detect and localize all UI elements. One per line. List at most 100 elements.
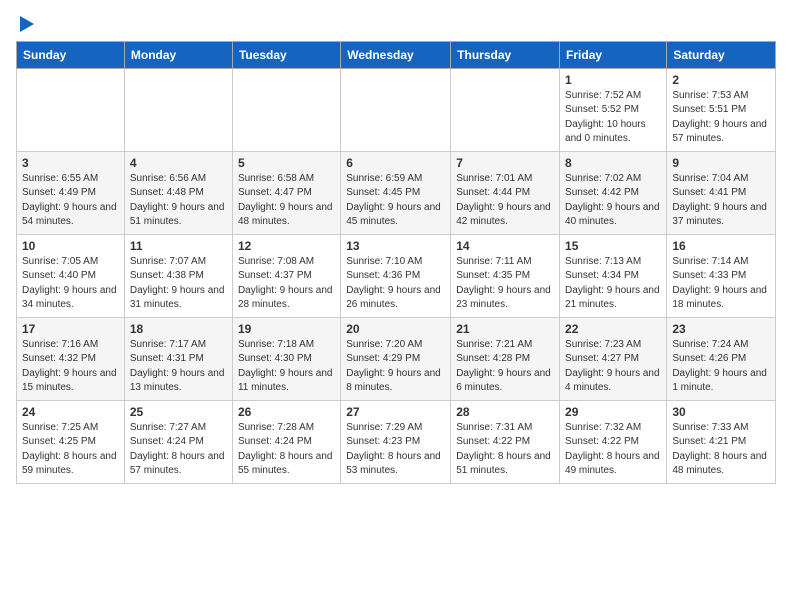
day-number: 16 — [672, 239, 770, 253]
day-info: Sunrise: 7:52 AM Sunset: 5:52 PM Dayligh… — [565, 89, 661, 147]
calendar-cell: 22 Sunrise: 7:23 AM Sunset: 4:27 PM Dayli… — [560, 317, 667, 400]
calendar-cell: 19 Sunrise: 7:18 AM Sunset: 4:30 PM Dayli… — [232, 317, 340, 400]
calendar-day-header: Thursday — [451, 41, 560, 68]
calendar-cell: 8 Sunrise: 7:02 AM Sunset: 4:42 PM Daylig… — [560, 151, 667, 234]
day-number: 22 — [565, 322, 661, 336]
calendar-day-header: Monday — [124, 41, 232, 68]
day-number: 2 — [672, 73, 770, 87]
calendar-cell: 20 Sunrise: 7:20 AM Sunset: 4:29 PM Dayli… — [341, 317, 451, 400]
calendar-day-header: Sunday — [17, 41, 125, 68]
calendar-body: 1 Sunrise: 7:52 AM Sunset: 5:52 PM Daylig… — [17, 68, 776, 483]
day-number: 26 — [238, 405, 335, 419]
calendar-cell: 14Sunrise: 7:11 AM Sunset: 4:35 PM Dayli… — [451, 234, 560, 317]
calendar-cell: 5Sunrise: 6:58 AM Sunset: 4:47 PM Daylig… — [232, 151, 340, 234]
day-info: Sunrise: 7:05 AM Sunset: 4:40 PM Dayligh… — [22, 255, 119, 313]
calendar-cell: 21Sunrise: 7:21 AM Sunset: 4:28 PM Dayli… — [451, 317, 560, 400]
day-number: 7 — [456, 156, 554, 170]
calendar-cell: 26 Sunrise: 7:28 AM Sunset: 4:24 PM Dayli… — [232, 400, 340, 483]
day-number: 20 — [346, 322, 445, 336]
day-info: Sunrise: 7:10 AM Sunset: 4:36 PM Dayligh… — [346, 255, 445, 313]
day-info: Sunrise: 7:27 AM Sunset: 4:24 PM Dayligh… — [130, 421, 227, 479]
calendar-cell — [341, 68, 451, 151]
calendar-cell: 24 Sunrise: 7:25 AM Sunset: 4:25 PM Dayli… — [17, 400, 125, 483]
day-number: 13 — [346, 239, 445, 253]
day-number: 15 — [565, 239, 661, 253]
day-number: 1 — [565, 73, 661, 87]
calendar-cell — [17, 68, 125, 151]
calendar-table: SundayMondayTuesdayWednesdayThursdayFrid… — [16, 41, 776, 484]
logo — [16, 16, 34, 33]
calendar-cell: 11Sunrise: 7:07 AM Sunset: 4:38 PM Dayli… — [124, 234, 232, 317]
day-info: Sunrise: 6:56 AM Sunset: 4:48 PM Dayligh… — [130, 172, 227, 230]
calendar-week-row: 10 Sunrise: 7:05 AM Sunset: 4:40 PM Dayli… — [17, 234, 776, 317]
calendar-cell: 12 Sunrise: 7:08 AM Sunset: 4:37 PM Dayli… — [232, 234, 340, 317]
day-info: Sunrise: 7:08 AM Sunset: 4:37 PM Dayligh… — [238, 255, 335, 313]
calendar-cell: 15 Sunrise: 7:13 AM Sunset: 4:34 PM Dayli… — [560, 234, 667, 317]
day-number: 18 — [130, 322, 227, 336]
calendar-cell: 1 Sunrise: 7:52 AM Sunset: 5:52 PM Daylig… — [560, 68, 667, 151]
day-info: Sunrise: 7:33 AM Sunset: 4:21 PM Dayligh… — [672, 421, 770, 479]
day-info: Sunrise: 7:29 AM Sunset: 4:23 PM Dayligh… — [346, 421, 445, 479]
day-number: 12 — [238, 239, 335, 253]
day-info: Sunrise: 7:24 AM Sunset: 4:26 PM Dayligh… — [672, 338, 770, 396]
calendar-cell: 23 Sunrise: 7:24 AM Sunset: 4:26 PM Dayli… — [667, 317, 776, 400]
day-info: Sunrise: 7:04 AM Sunset: 4:41 PM Dayligh… — [672, 172, 770, 230]
day-number: 30 — [672, 405, 770, 419]
calendar-cell: 7 Sunrise: 7:01 AM Sunset: 4:44 PM Daylig… — [451, 151, 560, 234]
day-number: 9 — [672, 156, 770, 170]
day-info: Sunrise: 7:17 AM Sunset: 4:31 PM Dayligh… — [130, 338, 227, 396]
day-info: Sunrise: 7:23 AM Sunset: 4:27 PM Dayligh… — [565, 338, 661, 396]
calendar-cell: 17 Sunrise: 7:16 AM Sunset: 4:32 PM Dayli… — [17, 317, 125, 400]
day-number: 17 — [22, 322, 119, 336]
page-header — [16, 16, 776, 33]
calendar-cell: 2 Sunrise: 7:53 AM Sunset: 5:51 PM Daylig… — [667, 68, 776, 151]
day-number: 27 — [346, 405, 445, 419]
day-info: Sunrise: 7:32 AM Sunset: 4:22 PM Dayligh… — [565, 421, 661, 479]
day-info: Sunrise: 7:53 AM Sunset: 5:51 PM Dayligh… — [672, 89, 770, 147]
day-number: 14 — [456, 239, 554, 253]
logo-arrow-icon — [20, 16, 34, 32]
day-number: 23 — [672, 322, 770, 336]
calendar-cell — [451, 68, 560, 151]
day-number: 29 — [565, 405, 661, 419]
day-info: Sunrise: 7:21 AM Sunset: 4:28 PM Dayligh… — [456, 338, 554, 396]
day-info: Sunrise: 7:20 AM Sunset: 4:29 PM Dayligh… — [346, 338, 445, 396]
day-info: Sunrise: 7:31 AM Sunset: 4:22 PM Dayligh… — [456, 421, 554, 479]
calendar-cell: 18 Sunrise: 7:17 AM Sunset: 4:31 PM Dayli… — [124, 317, 232, 400]
calendar-day-header: Wednesday — [341, 41, 451, 68]
calendar-cell — [232, 68, 340, 151]
day-info: Sunrise: 7:28 AM Sunset: 4:24 PM Dayligh… — [238, 421, 335, 479]
calendar-cell: 3 Sunrise: 6:55 AM Sunset: 4:49 PM Daylig… — [17, 151, 125, 234]
calendar-cell: 30 Sunrise: 7:33 AM Sunset: 4:21 PM Dayli… — [667, 400, 776, 483]
calendar-week-row: 1 Sunrise: 7:52 AM Sunset: 5:52 PM Daylig… — [17, 68, 776, 151]
day-number: 3 — [22, 156, 119, 170]
day-number: 24 — [22, 405, 119, 419]
calendar-week-row: 3 Sunrise: 6:55 AM Sunset: 4:49 PM Daylig… — [17, 151, 776, 234]
day-number: 8 — [565, 156, 661, 170]
calendar-week-row: 17 Sunrise: 7:16 AM Sunset: 4:32 PM Dayli… — [17, 317, 776, 400]
calendar-cell: 16 Sunrise: 7:14 AM Sunset: 4:33 PM Dayli… — [667, 234, 776, 317]
day-info: Sunrise: 7:02 AM Sunset: 4:42 PM Dayligh… — [565, 172, 661, 230]
calendar-day-header: Saturday — [667, 41, 776, 68]
calendar-day-header: Tuesday — [232, 41, 340, 68]
calendar-cell: 6Sunrise: 6:59 AM Sunset: 4:45 PM Daylig… — [341, 151, 451, 234]
day-number: 19 — [238, 322, 335, 336]
day-info: Sunrise: 7:18 AM Sunset: 4:30 PM Dayligh… — [238, 338, 335, 396]
day-info: Sunrise: 7:14 AM Sunset: 4:33 PM Dayligh… — [672, 255, 770, 313]
day-info: Sunrise: 7:25 AM Sunset: 4:25 PM Dayligh… — [22, 421, 119, 479]
calendar-cell: 27 Sunrise: 7:29 AM Sunset: 4:23 PM Dayli… — [341, 400, 451, 483]
day-info: Sunrise: 7:13 AM Sunset: 4:34 PM Dayligh… — [565, 255, 661, 313]
day-number: 10 — [22, 239, 119, 253]
day-info: Sunrise: 7:01 AM Sunset: 4:44 PM Dayligh… — [456, 172, 554, 230]
day-info: Sunrise: 7:16 AM Sunset: 4:32 PM Dayligh… — [22, 338, 119, 396]
day-number: 25 — [130, 405, 227, 419]
calendar-cell: 25 Sunrise: 7:27 AM Sunset: 4:24 PM Dayli… — [124, 400, 232, 483]
day-info: Sunrise: 6:55 AM Sunset: 4:49 PM Dayligh… — [22, 172, 119, 230]
calendar-cell: 4Sunrise: 6:56 AM Sunset: 4:48 PM Daylig… — [124, 151, 232, 234]
day-number: 11 — [130, 239, 227, 253]
calendar-cell — [124, 68, 232, 151]
day-info: Sunrise: 6:59 AM Sunset: 4:45 PM Dayligh… — [346, 172, 445, 230]
calendar-day-header: Friday — [560, 41, 667, 68]
calendar-cell: 29 Sunrise: 7:32 AM Sunset: 4:22 PM Dayli… — [560, 400, 667, 483]
calendar-header-row: SundayMondayTuesdayWednesdayThursdayFrid… — [17, 41, 776, 68]
